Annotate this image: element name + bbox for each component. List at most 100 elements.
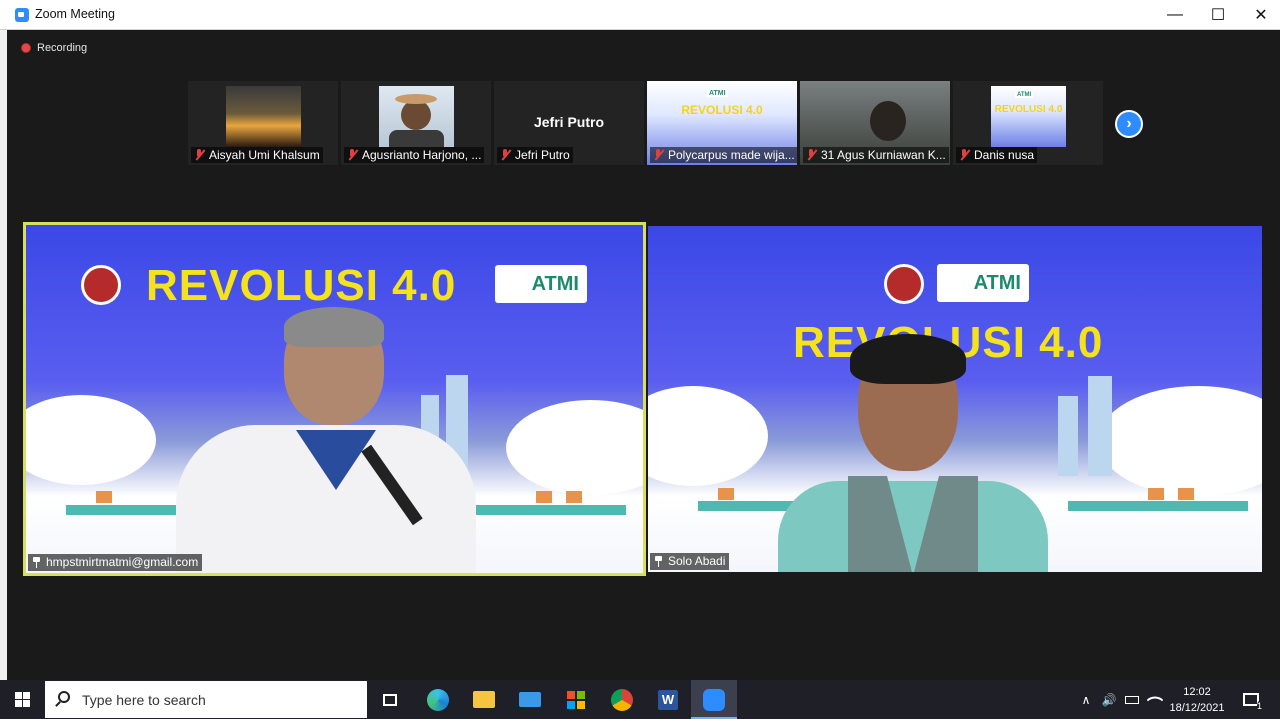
taskbar-zoom[interactable] xyxy=(691,680,737,719)
participant-name-label: 31 Agus Kurniawan K... xyxy=(803,147,949,163)
video-name-label: hmpstmirtmatmi@gmail.com xyxy=(28,554,203,571)
zoom-app-icon xyxy=(15,8,29,22)
video-name-label: Solo Abadi xyxy=(650,553,730,570)
thumb-banner-logo: ATMI xyxy=(1015,92,1034,98)
participant-name: 31 Agus Kurniawan K... xyxy=(821,148,946,162)
clock-date: 18/12/2021 xyxy=(1169,702,1225,714)
thumb-banner-logo: ATMI xyxy=(707,90,728,97)
close-button[interactable]: ✕ xyxy=(1239,0,1280,29)
window-titlebar: Zoom Meeting — ☐ ✕ xyxy=(0,0,1280,30)
taskbar-clock[interactable]: 12:02 18/12/2021 xyxy=(1162,684,1232,716)
participant-shirt xyxy=(778,481,1048,572)
mic-muted-icon xyxy=(959,149,970,161)
emblem-logo xyxy=(884,264,924,304)
participant-thumbnail[interactable]: Agusrianto Harjono, ... xyxy=(341,81,491,165)
conveyor-belt xyxy=(1068,501,1248,511)
crate-shape xyxy=(536,491,552,503)
word-icon: W xyxy=(658,689,678,710)
next-page-arrow-button[interactable]: › xyxy=(1115,110,1143,138)
building-shape xyxy=(1088,376,1112,476)
participant-name-label: Aisyah Umi Khalsum xyxy=(191,147,323,163)
chrome-icon xyxy=(611,688,633,711)
participant-thumbnail[interactable]: 31 Agus Kurniawan K... xyxy=(800,81,950,165)
taskbar-word[interactable]: W xyxy=(645,680,691,719)
participant-name-label: Danis nusa xyxy=(956,147,1038,163)
participant-video xyxy=(226,86,301,147)
background-window-edge xyxy=(0,30,7,680)
store-icon xyxy=(567,690,585,709)
taskbar-store[interactable] xyxy=(553,680,599,719)
participant-thumbnail[interactable]: Aisyah Umi Khalsum xyxy=(188,81,338,165)
notification-center-button[interactable]: 1 xyxy=(1236,680,1266,719)
participant-video: ATMI REVOLUSI 4.0 xyxy=(991,86,1066,147)
edge-icon xyxy=(427,688,449,711)
taskbar-chrome[interactable] xyxy=(599,680,645,719)
participant-name-label: Agusrianto Harjono, ... xyxy=(344,147,485,163)
conveyor-belt xyxy=(456,505,626,515)
participant-thumbnail[interactable]: Jefri Putro Jefri Putro xyxy=(494,81,644,165)
windows-logo-icon xyxy=(15,692,30,707)
task-view-button[interactable] xyxy=(367,680,413,719)
minimize-button[interactable]: — xyxy=(1153,0,1197,29)
volume-icon[interactable]: 🔊 xyxy=(1098,680,1120,719)
participant-thumbnail[interactable]: ATMI REVOLUSI 4.0 Danis nusa xyxy=(953,81,1103,165)
pin-icon xyxy=(32,557,41,568)
search-placeholder: Type here to search xyxy=(82,692,206,708)
participant-name: Solo Abadi xyxy=(668,554,726,568)
participant-name: hmpstmirtmatmi@gmail.com xyxy=(46,555,199,569)
atmi-logo: ATMI xyxy=(937,264,1029,302)
pin-icon xyxy=(654,556,663,567)
crate-shape xyxy=(96,491,112,503)
participant-name: Agusrianto Harjono, ... xyxy=(362,148,482,162)
mic-muted-icon xyxy=(500,149,511,161)
participant-strip: Aisyah Umi Khalsum Agusrianto Harjono, .… xyxy=(188,81,1103,165)
show-hidden-icons-button[interactable]: ∧ xyxy=(1076,680,1096,719)
search-icon xyxy=(58,691,70,703)
crate-shape xyxy=(718,488,734,500)
participant-name-label: Polycarpus made wija... xyxy=(650,147,797,163)
participant-name: Jefri Putro xyxy=(515,148,570,162)
recording-label: Recording xyxy=(37,42,88,54)
mic-muted-icon xyxy=(806,149,817,161)
mail-icon xyxy=(519,692,541,707)
zoom-icon xyxy=(703,688,725,711)
participant-name-label: Jefri Putro xyxy=(497,147,573,163)
participant-hair xyxy=(850,334,966,384)
taskbar-edge[interactable] xyxy=(415,680,461,719)
meeting-area: Recording Aisyah Umi Khalsum Agusrianto … xyxy=(7,30,1280,680)
participant-video-main[interactable]: ATMI REVOLUSI 4.0 Solo Abadi xyxy=(648,226,1262,572)
clock-time: 12:02 xyxy=(1183,686,1211,698)
start-button[interactable] xyxy=(0,680,45,719)
maximize-button[interactable]: ☐ xyxy=(1196,0,1240,29)
notification-count-badge: 1 xyxy=(1256,701,1262,711)
atmi-logo: ATMI xyxy=(495,265,587,303)
crate-shape xyxy=(1178,488,1194,500)
mic-muted-icon xyxy=(194,149,205,161)
crate-shape xyxy=(566,491,582,503)
taskbar-search-box[interactable]: Type here to search xyxy=(45,681,367,718)
mic-muted-icon xyxy=(347,149,358,161)
recording-indicator[interactable]: Recording xyxy=(21,42,87,54)
taskbar-file-explorer[interactable] xyxy=(461,680,507,719)
task-view-icon xyxy=(383,693,397,706)
banner-title: REVOLUSI 4.0 xyxy=(146,261,457,310)
participant-name: Polycarpus made wija... xyxy=(668,148,795,162)
window-title: Zoom Meeting xyxy=(35,7,115,21)
participant-name: Danis nusa xyxy=(974,148,1035,162)
mic-muted-icon xyxy=(653,149,664,161)
building-shape xyxy=(1058,396,1078,476)
thumb-banner-title: REVOLUSI 4.0 xyxy=(994,104,1063,115)
folder-icon xyxy=(473,691,495,708)
active-speaker-video[interactable]: REVOLUSI 4.0 ATMI hmpstmirtmatmi@gmail.c… xyxy=(23,222,646,576)
battery-icon[interactable] xyxy=(1122,680,1142,719)
thumb-banner-title: REVOLUSI 4.0 xyxy=(681,103,763,117)
windows-taskbar: Type here to search W ∧ 🔊 12:02 18/12/20… xyxy=(0,680,1280,719)
recording-dot-icon xyxy=(21,43,31,53)
participant-thumbnail[interactable]: ATMI REVOLUSI 4.0 Polycarpus made wija..… xyxy=(647,81,797,165)
participant-video xyxy=(379,86,454,147)
participant-name: Aisyah Umi Khalsum xyxy=(209,148,320,162)
crate-shape xyxy=(1148,488,1164,500)
emblem-logo xyxy=(81,265,121,305)
participant-display-name: Jefri Putro xyxy=(533,114,604,130)
taskbar-mail[interactable] xyxy=(507,680,553,719)
